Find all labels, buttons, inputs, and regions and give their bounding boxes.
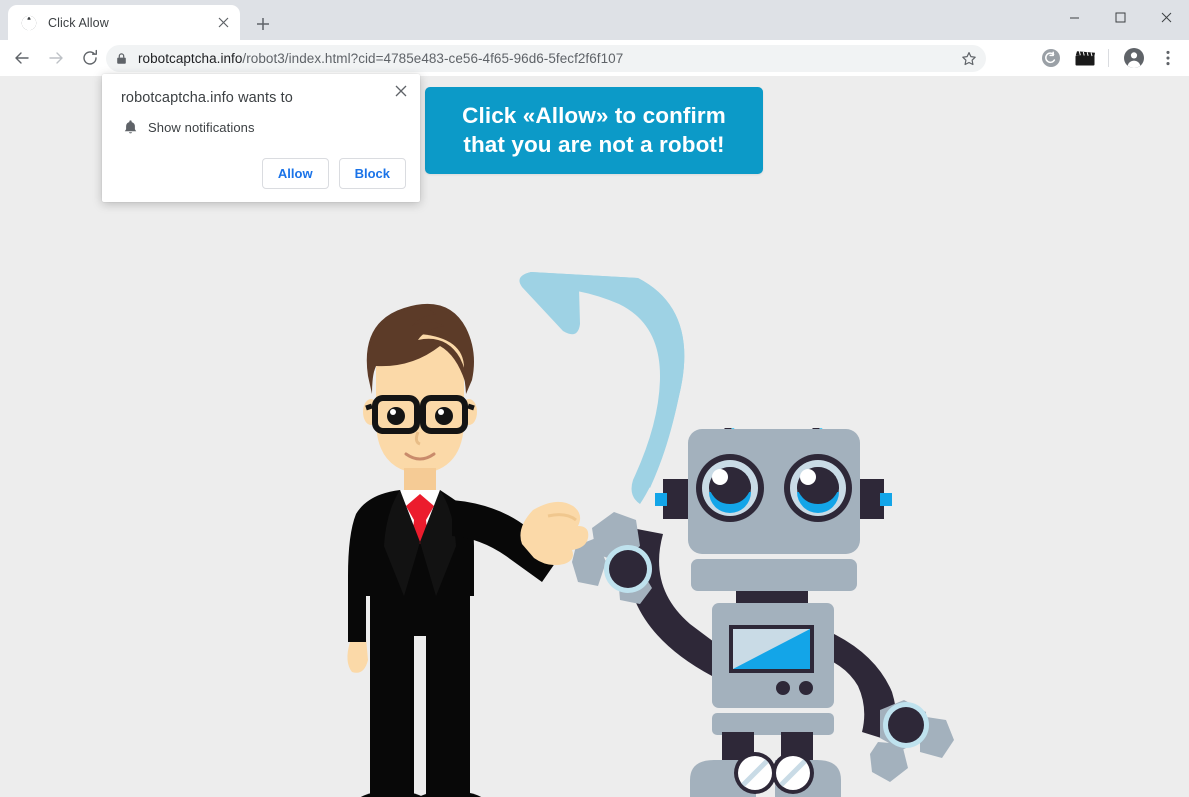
omnibox-actions: [956, 45, 982, 72]
reload-icon: [83, 49, 97, 65]
url-text: robotcaptcha.info/robot3/index.html?cid=…: [138, 51, 623, 66]
globe-icon: [20, 14, 37, 31]
permission-row: Show notifications: [121, 118, 255, 136]
close-icon: [1161, 12, 1171, 22]
robot-right-claw: [870, 700, 954, 782]
toolbar-divider: [1108, 49, 1109, 67]
browser-window: Click Allow robotcaptcha.info/robot3/ind…: [0, 0, 1189, 797]
lock-icon: [108, 45, 135, 72]
notification-permission-dialog: robotcaptcha.info wants to Show notifica…: [102, 74, 420, 202]
banner-text: Click «Allow» to confirm that you are no…: [462, 102, 726, 157]
block-button[interactable]: Block: [338, 158, 406, 189]
toolbar-right-icons: [1032, 43, 1183, 73]
captcha-banner: Click «Allow» to confirm that you are no…: [425, 87, 763, 174]
dialog-title: robotcaptcha.info wants to: [121, 90, 293, 106]
clapperboard-icon[interactable]: [1070, 43, 1100, 73]
robot-figure: [572, 428, 954, 797]
url-path: /robot3/index.html?cid=4785e483-ce56-4f6…: [242, 51, 624, 66]
dialog-actions: Allow Block: [261, 158, 406, 189]
arrow-right-icon: [49, 52, 63, 64]
minimize-button[interactable]: [1051, 0, 1097, 34]
dialog-close-icon[interactable]: [392, 82, 410, 100]
browser-toolbar: robotcaptcha.info/robot3/index.html?cid=…: [0, 40, 1189, 76]
robot-eye-left: [696, 454, 764, 522]
profile-avatar-icon[interactable]: [1119, 43, 1149, 73]
new-tab-button[interactable]: [250, 11, 276, 37]
reload-button[interactable]: [76, 44, 104, 72]
man-figure: [347, 303, 589, 797]
robot-left-claw: [572, 512, 652, 604]
browser-tab[interactable]: Click Allow: [8, 5, 240, 40]
tab-close-icon[interactable]: [214, 14, 232, 32]
address-bar[interactable]: robotcaptcha.info/robot3/index.html?cid=…: [106, 45, 986, 72]
star-icon[interactable]: [956, 46, 982, 72]
three-dot-menu-icon[interactable]: [1153, 43, 1183, 73]
plus-icon: [257, 18, 269, 30]
robot-eye-right: [784, 454, 852, 522]
tab-strip: Click Allow: [0, 0, 1189, 40]
allow-button[interactable]: Allow: [261, 158, 329, 189]
window-controls: [1051, 0, 1189, 34]
arrow-left-icon: [15, 52, 29, 64]
maximize-button[interactable]: [1097, 0, 1143, 34]
blue-arrow-icon: [519, 272, 685, 504]
maximize-icon: [1115, 12, 1125, 22]
back-button[interactable]: [8, 44, 36, 72]
url-domain: robotcaptcha.info: [138, 51, 243, 66]
extension-circle-icon[interactable]: [1036, 43, 1066, 73]
minimize-icon: [1069, 17, 1079, 18]
permission-label: Show notifications: [148, 119, 255, 135]
close-window-button[interactable]: [1143, 0, 1189, 34]
forward-button[interactable]: [42, 44, 70, 72]
tab-title: Click Allow: [48, 15, 109, 30]
bell-icon: [121, 118, 139, 136]
